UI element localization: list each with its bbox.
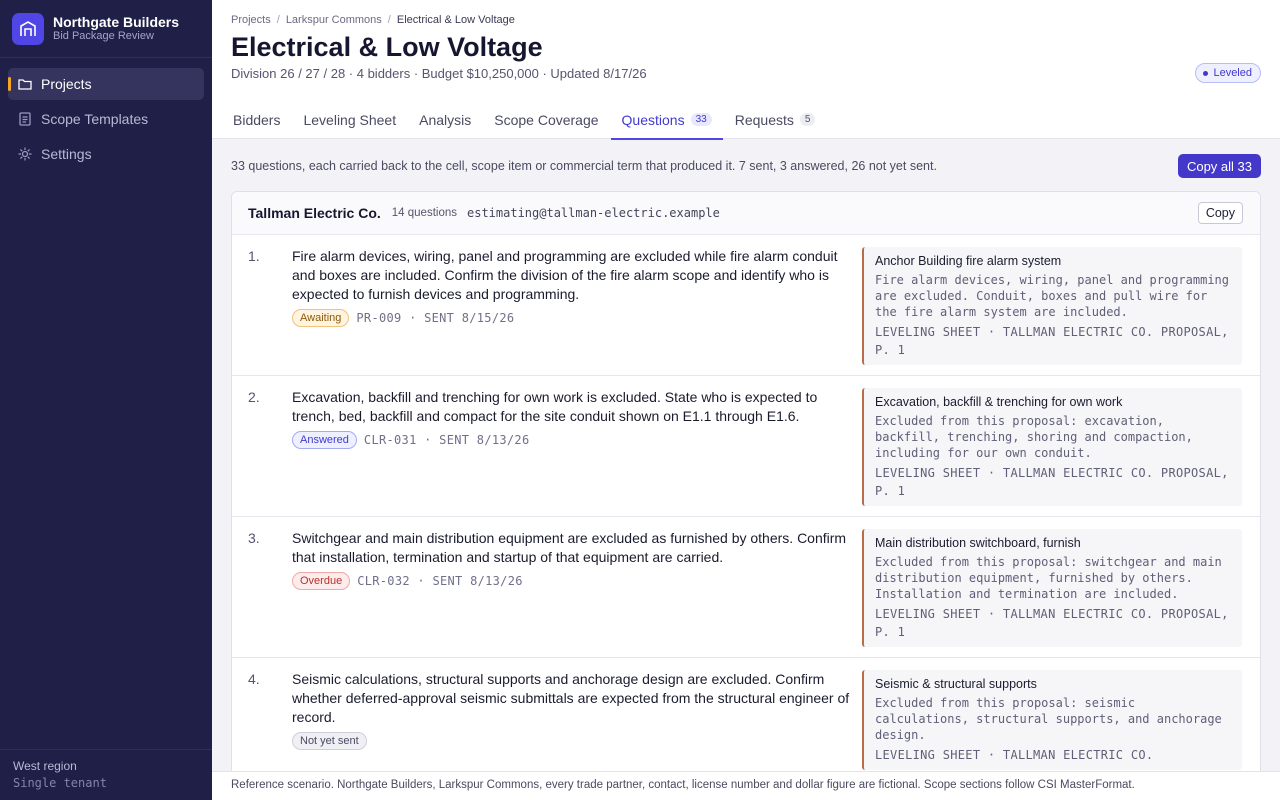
tab-scope-coverage[interactable]: Scope Coverage: [483, 100, 609, 139]
tab-label: Requests: [734, 111, 794, 128]
question-reference: CLR-031 · SENT 8/13/26: [363, 433, 530, 447]
question-text: Excavation, backfill and trenching for o…: [292, 389, 818, 424]
page-subtitle: Division 26 / 27 / 28 · 4 bidders · Budg…: [231, 66, 647, 81]
question-number: 1.: [248, 248, 260, 264]
question-text: Switchgear and main distribution equipme…: [292, 530, 847, 565]
source-excerpt: Fire alarm devices, wiring, panel and pr…: [875, 273, 1230, 319]
tab-analysis[interactable]: Analysis: [408, 100, 482, 139]
vendor-header: Tallman Electric Co. 14 questions estima…: [232, 192, 1260, 235]
source-excerpt: Excluded from this proposal: excavation,…: [875, 414, 1193, 460]
source-title: Excavation, backfill & trenching for own…: [875, 395, 1123, 409]
brand-subtitle: Bid Package Review: [53, 29, 154, 42]
status-badge: Leveled: [1195, 63, 1261, 83]
question-reference: PR-009 · SENT 8/15/26: [356, 311, 515, 325]
disclaimer-footer: Reference scenario. Northgate Builders, …: [212, 771, 1280, 800]
questions-summary: 33 questions, each carried back to the c…: [231, 159, 937, 173]
main-content: Projects / Larkspur Commons / Electrical…: [212, 0, 1280, 800]
sidebar-item-label: Settings: [41, 146, 92, 162]
source-title: Anchor Building fire alarm system: [875, 254, 1062, 268]
question-status-badge: Awaiting: [292, 309, 350, 327]
tab-label: Scope Coverage: [494, 111, 599, 128]
tab-label: Questions: [621, 111, 685, 128]
question-row: 1. Fire alarm devices, wiring, panel and…: [232, 235, 1260, 376]
question-row: 2. Excavation, backfill and trenching fo…: [232, 376, 1260, 517]
vendor-email: estimating@tallman-electric.example: [467, 206, 720, 220]
vendor-question-count: 14 questions: [391, 207, 457, 219]
sidebar-footer: West region Single tenant: [0, 749, 212, 800]
tenant-label: Single tenant: [13, 776, 107, 790]
sidebar-item-scope-templates[interactable]: Scope Templates: [8, 103, 204, 135]
question-number: 2.: [248, 389, 260, 405]
document-icon: [17, 111, 33, 127]
question-status-badge: Answered: [292, 431, 357, 449]
breadcrumb-project[interactable]: Larkspur Commons: [286, 14, 382, 26]
breadcrumb: Projects / Larkspur Commons / Electrical…: [231, 14, 1261, 26]
tab-questions[interactable]: Questions 33: [610, 100, 723, 140]
folder-icon: [17, 76, 33, 92]
question-source: Anchor Building fire alarm system Fire a…: [862, 247, 1242, 365]
status-label: Leveled: [1213, 67, 1252, 79]
sidebar-item-label: Scope Templates: [41, 111, 149, 127]
tab-label: Analysis: [419, 111, 472, 128]
tab-count-badge: 5: [799, 113, 816, 126]
sidebar-item-settings[interactable]: Settings: [8, 138, 204, 170]
breadcrumb-projects[interactable]: Projects: [231, 14, 271, 26]
question-number: 4.: [248, 671, 260, 687]
question-number: 3.: [248, 530, 260, 546]
breadcrumb-current: Electrical & Low Voltage: [396, 14, 515, 26]
region-label: West region: [13, 759, 77, 773]
copy-vendor-questions-button[interactable]: Copy: [1197, 202, 1243, 224]
sidebar: Northgate Builders Bid Package Review Pr…: [0, 0, 212, 800]
question-row: 4. Seismic calculations, structural supp…: [232, 658, 1260, 781]
vendor-question-card: Tallman Electric Co. 14 questions estima…: [231, 191, 1261, 782]
question-source: Excavation, backfill & trenching for own…: [862, 388, 1242, 506]
question-text: Seismic calculations, structural support…: [292, 671, 850, 725]
question-source: Main distribution switchboard, furnish E…: [862, 529, 1242, 647]
question-status-badge: Overdue: [292, 572, 351, 590]
questions-panel: 33 questions, each carried back to the c…: [212, 139, 1280, 782]
page-title: Electrical & Low Voltage: [231, 32, 543, 62]
breadcrumb-separator: /: [276, 14, 280, 26]
status-dot-icon: [1203, 70, 1209, 76]
building-logo-icon: [12, 12, 44, 45]
question-row: 3. Switchgear and main distribution equi…: [232, 517, 1260, 658]
source-title: Main distribution switchboard, furnish: [875, 536, 1081, 550]
tab-label: Leveling Sheet: [303, 111, 397, 128]
source-citation: LEVELING SHEET · TALLMAN ELECTRIC CO. PR…: [875, 325, 1229, 357]
source-title: Seismic & structural supports: [875, 677, 1037, 691]
brand: Northgate Builders Bid Package Review: [0, 0, 212, 58]
source-excerpt: Excluded from this proposal: seismic cal…: [875, 696, 1222, 742]
gear-icon: [17, 146, 33, 162]
source-citation: LEVELING SHEET · TALLMAN ELECTRIC CO. PR…: [875, 607, 1229, 639]
question-source: Seismic & structural supports Excluded f…: [862, 670, 1242, 770]
vendor-name: Tallman Electric Co.: [248, 205, 381, 221]
page-header: Projects / Larkspur Commons / Electrical…: [212, 0, 1280, 100]
copy-all-button[interactable]: Copy all 33: [1177, 154, 1261, 178]
source-citation: LEVELING SHEET · TALLMAN ELECTRIC CO.: [875, 748, 1154, 762]
sidebar-item-projects[interactable]: Projects: [8, 68, 204, 100]
question-reference: CLR-032 · SENT 8/13/26: [357, 574, 523, 588]
tab-leveling-sheet[interactable]: Leveling Sheet: [292, 100, 407, 139]
source-excerpt: Excluded from this proposal: switchgear …: [875, 555, 1222, 601]
source-citation: LEVELING SHEET · TALLMAN ELECTRIC CO. PR…: [875, 466, 1229, 498]
sidebar-item-label: Projects: [41, 76, 92, 92]
tab-requests[interactable]: Requests 5: [724, 100, 827, 139]
tab-bidders[interactable]: Bidders: [222, 100, 291, 139]
tab-label: Bidders: [233, 111, 281, 128]
tab-count-badge: 33: [690, 113, 712, 126]
brand-name: Northgate Builders: [53, 13, 180, 30]
question-text: Fire alarm devices, wiring, panel and pr…: [292, 248, 838, 302]
question-status-badge: Not yet sent: [292, 732, 367, 750]
tab-bar: Bidders Leveling Sheet Analysis Scope Co…: [212, 100, 1280, 140]
sidebar-nav: Projects Scope Templates Settings: [0, 58, 212, 183]
breadcrumb-separator: /: [387, 14, 391, 26]
